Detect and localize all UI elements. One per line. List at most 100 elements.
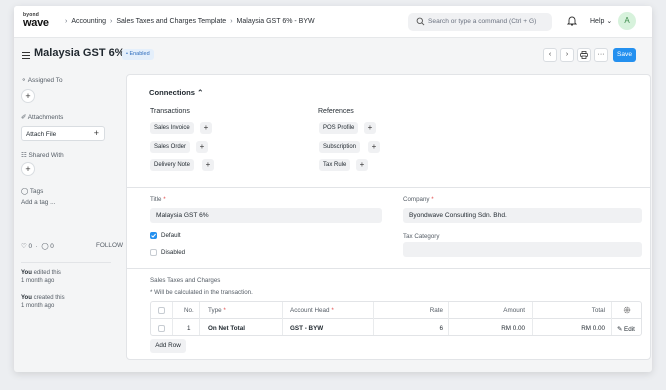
activity-item: You edited this 1 month ago <box>21 269 61 285</box>
title-field-label: Title * <box>150 196 166 203</box>
notification-bell-icon[interactable] <box>566 15 578 28</box>
default-label: Default <box>161 232 181 239</box>
assigned-to-label: Assigned To <box>27 77 63 84</box>
add-sales-invoice-button[interactable]: + <box>200 122 212 134</box>
add-share-button[interactable]: + <box>21 162 35 176</box>
connections-toggle[interactable]: Connections ⌃ <box>149 88 204 97</box>
plus-icon: + <box>93 128 99 138</box>
search-bar[interactable]: Search or type a command (Ctrl + G) <box>408 13 552 31</box>
column-header-amount: Amount <box>503 307 525 314</box>
activity-action: created this <box>33 295 65 301</box>
heart-icon[interactable]: ♡ <box>21 243 27 250</box>
connection-link-delivery-note[interactable]: Delivery Note <box>150 159 195 171</box>
column-divider <box>282 302 283 335</box>
breadcrumb: › Accounting › Sales Taxes and Charges Temp… <box>61 18 315 25</box>
activity-actor: You <box>21 295 32 301</box>
print-button[interactable] <box>577 48 591 62</box>
add-row-button[interactable]: Add Row <box>150 339 186 353</box>
add-assignee-button[interactable]: + <box>21 89 35 103</box>
title-input[interactable]: Malaysia GST 6% <box>150 208 382 223</box>
row-rate[interactable]: 6 <box>439 325 443 332</box>
company-input[interactable]: Byondwave Consulting Sdn. Bhd. <box>403 208 642 223</box>
next-button[interactable]: › <box>560 48 574 62</box>
printer-icon <box>580 51 588 61</box>
plus-icon: + <box>205 160 211 169</box>
plus-icon: + <box>367 123 373 132</box>
column-header-type: Type * <box>208 307 226 314</box>
app-logo[interactable]: byond wave <box>23 13 57 29</box>
column-header-total: Total <box>591 307 605 314</box>
avatar[interactable]: A <box>618 12 636 30</box>
sidebar-toggle-icon[interactable] <box>22 52 30 61</box>
row-edit-button[interactable]: ✎ Edit <box>617 326 635 333</box>
paperclip-icon: ✐ <box>21 114 27 121</box>
users-icon: ☷ <box>21 152 27 159</box>
breadcrumb-item[interactable]: Accounting <box>71 18 106 25</box>
disabled-label: Disabled <box>161 249 186 256</box>
required-marker: * <box>331 307 334 314</box>
follow-button[interactable]: FOLLOW <box>96 242 123 249</box>
plus-icon: + <box>371 142 377 151</box>
plus-icon: + <box>359 160 365 169</box>
help-label: Help <box>590 18 605 25</box>
assigned-to-section: ⚬ Assigned To <box>21 76 63 84</box>
add-sales-order-button[interactable]: + <box>196 141 208 153</box>
column-divider <box>373 302 374 335</box>
attachments-label: Attachments <box>27 114 64 121</box>
row-amount: RM 0.00 <box>501 325 525 332</box>
connection-link-tax-rule[interactable]: Tax Rule <box>319 159 351 171</box>
activity-time: 1 month ago <box>21 278 55 284</box>
app-window: byond wave › Accounting › Sales Taxes and C… <box>14 6 652 372</box>
chevron-right-icon: › <box>109 18 113 25</box>
settings-gear-icon[interactable] <box>623 306 631 316</box>
row-total: RM 0.00 <box>581 325 605 332</box>
breadcrumb-item[interactable]: Sales Taxes and Charges Template <box>116 18 226 25</box>
likes-count: 0 <box>28 243 33 250</box>
comment-icon[interactable]: ◯ <box>41 243 48 250</box>
taxes-table: No. Type * Account Head * Rate Amount To… <box>150 301 642 336</box>
company-field-label: Company * <box>403 196 434 203</box>
user-icon: ⚬ <box>21 77 27 84</box>
activity-item: You created this 1 month ago <box>21 294 65 310</box>
help-menu[interactable]: Help ⌄ <box>590 17 612 25</box>
page-header: Malaysia GST 6% • Enabled ‹ › ··· Save <box>14 38 652 74</box>
attach-file-button[interactable]: Attach File + <box>21 126 105 141</box>
transactions-heading: Transactions <box>150 108 190 115</box>
search-icon <box>416 17 425 28</box>
add-tag-link[interactable]: Add a tag ... <box>21 199 55 206</box>
row-no: 1 <box>187 325 191 332</box>
disabled-checkbox[interactable] <box>150 249 157 256</box>
save-button[interactable]: Save <box>613 48 636 62</box>
required-marker: * <box>163 196 166 203</box>
more-dots-icon: ··· <box>597 51 605 58</box>
comments-count: 0 <box>50 243 54 250</box>
row-account-head[interactable]: GST - BYW <box>290 325 323 332</box>
previous-button[interactable]: ‹ <box>543 48 557 62</box>
more-actions-button[interactable]: ··· <box>594 48 608 62</box>
references-heading: References <box>318 108 354 115</box>
tags-section: ◯ Tags <box>21 187 43 195</box>
breadcrumb-item[interactable]: Malaysia GST 6% - BYW <box>237 18 315 25</box>
attach-file-label: Attach File <box>26 131 57 138</box>
row-checkbox[interactable] <box>158 325 165 332</box>
taxes-note: * Will be calculated in the transaction. <box>150 289 253 296</box>
sidebar-divider <box>21 262 111 263</box>
add-pos-profile-button[interactable]: + <box>364 122 376 134</box>
add-tax-rule-button[interactable]: + <box>356 159 368 171</box>
add-delivery-note-button[interactable]: + <box>202 159 214 171</box>
tax-category-input[interactable] <box>403 242 642 257</box>
connections-title: Connections <box>149 88 195 97</box>
required-marker: * <box>223 307 226 314</box>
select-all-checkbox[interactable] <box>158 307 165 314</box>
tax-category-label: Tax Category <box>403 233 440 240</box>
default-checkbox[interactable] <box>150 232 157 239</box>
top-navbar: byond wave › Accounting › Sales Taxes and C… <box>14 6 652 38</box>
row-type[interactable]: On Net Total <box>208 325 245 332</box>
title-label-text: Title <box>150 196 162 203</box>
logo-line-2: wave <box>23 17 49 29</box>
connection-link-pos-profile[interactable]: POS Profile <box>319 122 359 134</box>
connection-link-sales-invoice[interactable]: Sales Invoice <box>150 122 194 134</box>
add-subscription-button[interactable]: + <box>368 141 380 153</box>
connection-link-subscription[interactable]: Subscription <box>319 141 361 153</box>
connection-link-sales-order[interactable]: Sales Order <box>150 141 191 153</box>
